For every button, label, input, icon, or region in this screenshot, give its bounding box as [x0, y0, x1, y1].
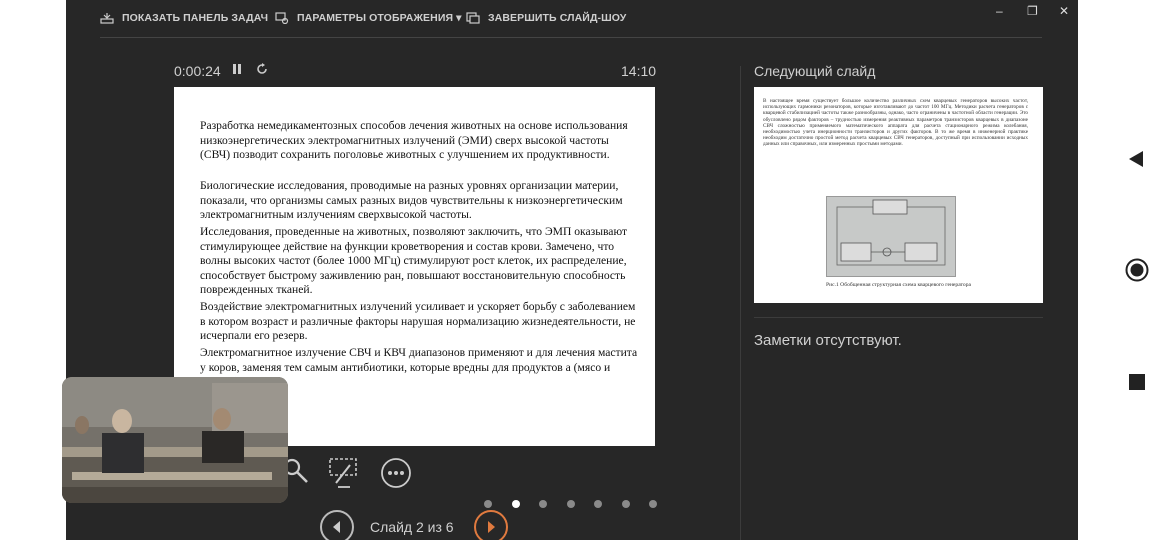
next-slide-label: Следующий слайд [754, 63, 876, 79]
side-back-icon [1129, 151, 1143, 167]
slide-dot[interactable] [539, 500, 547, 508]
previous-slide-button[interactable] [320, 510, 354, 540]
pen-icon [329, 458, 357, 488]
webcam-video[interactable] [62, 377, 288, 503]
pause-timer-button[interactable] [232, 63, 242, 78]
slide-dot[interactable] [511, 500, 520, 508]
side-home-icon [1125, 258, 1149, 282]
next-slide-caption: Рис.1 Обобщенная структурная схема кварц… [826, 282, 971, 288]
webcam-scene [62, 377, 288, 503]
slide-paragraph: Воздействие электромагнитных излучений у… [200, 300, 636, 343]
notes-splitter[interactable] [754, 317, 1043, 318]
slide-counter: Слайд 2 из 6 [370, 519, 454, 535]
taskbar-icon [100, 13, 114, 24]
display-settings-button[interactable]: ПАРАМЕТРЫ ОТОБРАЖЕНИЯ ▾ [275, 12, 462, 24]
toolbar-divider [100, 37, 1042, 38]
slide-dot[interactable] [484, 500, 492, 508]
show-taskbar-button[interactable]: ПОКАЗАТЬ ПАНЕЛЬ ЗАДАЧ [100, 12, 268, 24]
elapsed-timer: 0:00:24 [174, 63, 221, 79]
next-icon [488, 521, 495, 533]
slide-paragraph: Исследования, проведенные на животных, п… [200, 225, 628, 297]
end-show-icon [466, 12, 480, 24]
pen-tools-button[interactable] [328, 457, 360, 494]
circuit-diagram-image [826, 196, 956, 277]
presenter-toolbar: ПОКАЗАТЬ ПАНЕЛЬ ЗАДАЧ ПАРАМЕТРЫ ОТОБРАЖЕ… [66, 0, 1078, 38]
current-time: 14:10 [621, 63, 657, 79]
show-taskbar-label: ПОКАЗАТЬ ПАНЕЛЬ ЗАДАЧ [122, 12, 269, 24]
circuit-diagram [836, 199, 946, 266]
display-settings-label: ПАРАМЕТРЫ ОТОБРАЖЕНИЯ ▾ [297, 12, 462, 24]
slide-dot[interactable] [621, 500, 630, 508]
slide-paragraph: Разработка немедикаментозных способов ле… [200, 119, 628, 162]
speaker-notes: Заметки отсутствуют. [754, 332, 902, 349]
slide-dot[interactable] [594, 500, 602, 508]
next-slide-text: В настоящее время существует большое кол… [763, 98, 1028, 148]
slide-dot[interactable] [566, 500, 575, 508]
android-recents-button[interactable] [1129, 374, 1145, 395]
minimize-button[interactable]: ‒ [996, 4, 1003, 18]
restore-button[interactable]: ❐ [1027, 4, 1038, 18]
more-icon [381, 458, 411, 488]
restart-timer-button[interactable] [256, 63, 268, 78]
close-button[interactable]: ✕ [1059, 4, 1069, 18]
next-slide-preview[interactable]: В настоящее время существует большое кол… [754, 87, 1043, 303]
pause-icon [233, 64, 241, 74]
prev-icon [333, 521, 340, 533]
slide-dot[interactable] [649, 500, 657, 508]
side-stop-icon [1129, 374, 1145, 390]
restart-icon [257, 63, 267, 74]
display-settings-icon [275, 12, 289, 24]
slide-paragraph: Биологические исследования, проводимые н… [200, 179, 623, 222]
end-show-label: ЗАВЕРШИТЬ СЛАЙД-ШОУ [488, 12, 627, 24]
more-options-button[interactable] [380, 457, 412, 494]
next-slide-button[interactable] [474, 510, 508, 540]
slide-dots [484, 500, 677, 508]
end-show-button[interactable]: ЗАВЕРШИТЬ СЛАЙД-ШОУ [466, 12, 626, 24]
android-home-button[interactable] [1125, 258, 1149, 287]
android-back-button[interactable] [1127, 150, 1145, 173]
panel-splitter[interactable] [740, 66, 741, 540]
